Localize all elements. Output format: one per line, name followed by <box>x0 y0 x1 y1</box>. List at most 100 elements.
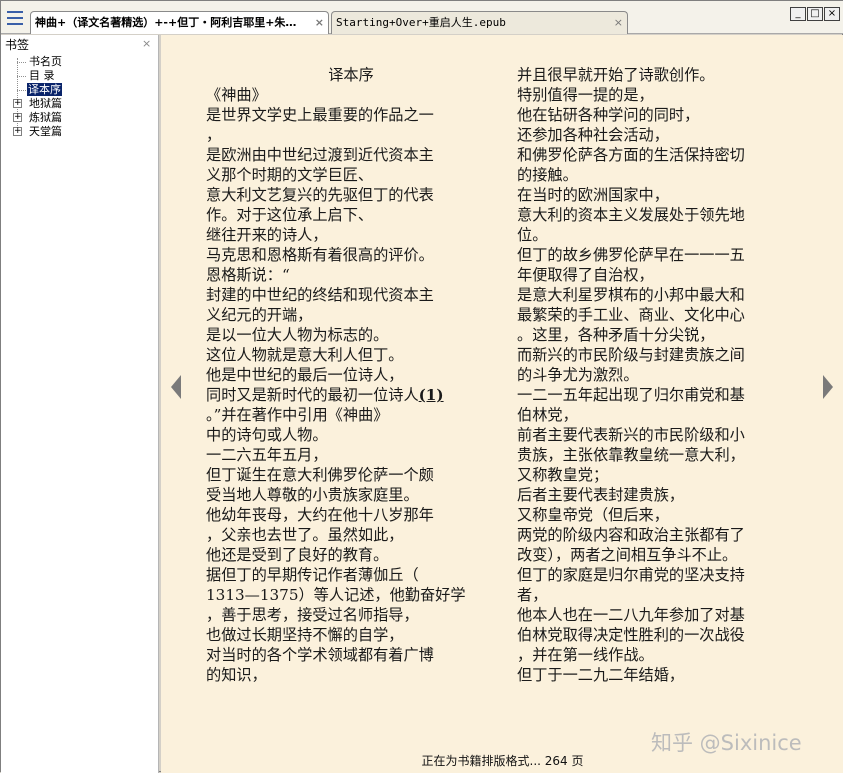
text-line: 贵族，主张依靠教皇统一意大利， <box>517 446 745 464</box>
text-line: 者， <box>517 586 548 604</box>
sidebar-item-title-page[interactable]: 书名页 <box>28 55 63 69</box>
sidebar-item-label: 天堂篇 <box>29 125 62 138</box>
sidebar-item-label: 炼狱篇 <box>29 111 62 124</box>
text-line: 中的诗句或人物。 <box>206 426 328 444</box>
sidebar-item-preface[interactable]: 译本序 <box>27 83 62 97</box>
text-line: 是以一位大人物为标志的。 <box>206 326 389 344</box>
sidebar-close-icon[interactable]: × <box>142 37 151 50</box>
text-line: 是欧洲由中世纪过渡到近代资本主 <box>206 146 434 164</box>
text-line: 年便取得了自治权， <box>517 266 654 284</box>
text-line: 也做过长期坚持不懈的自学， <box>206 626 404 644</box>
status-text: 正在为书籍排版格式... 264 页 <box>421 754 584 768</box>
text-line: 但丁的家庭是归尔甫党的坚决支持 <box>517 566 745 584</box>
text-line: 一二六五年五月， <box>206 446 328 464</box>
text-line: 恩格斯说：“ <box>206 266 290 284</box>
text-line: 一二一五年起出现了归尔甫党和基 <box>517 386 745 404</box>
text-line: 译本序 <box>328 66 374 84</box>
tab-close-icon[interactable]: × <box>315 12 324 33</box>
text-line: 又称教皇党； <box>517 466 609 484</box>
tab-bar: 神曲+（译文名著精选）+-+但丁・阿利吉耶里+朱… × Starting+Ove… <box>1 1 843 34</box>
expand-icon[interactable]: + <box>13 127 22 136</box>
tab-label: Starting+Over+重启人生.epub <box>336 16 506 29</box>
minimize-button[interactable]: _ <box>790 7 806 21</box>
text-line: ，并在第一线作战。 <box>517 646 654 664</box>
expand-icon[interactable]: + <box>13 99 22 108</box>
text-line: 的斗争尤为激烈。 <box>517 366 639 384</box>
text-line: 的知识， <box>206 666 267 684</box>
text-line: 特别值得一提的是， <box>517 86 654 104</box>
text-line: 的接触。 <box>517 166 578 184</box>
text-line: 但丁诞生在意大利佛罗伦萨一个颇 <box>206 466 434 484</box>
tree-connector <box>17 90 26 91</box>
sidebar-item-inferno[interactable]: 地狱篇 <box>28 97 63 111</box>
expand-icon[interactable]: + <box>13 113 22 122</box>
text-line: 他还是受到了良好的教育。 <box>206 546 389 564</box>
text-line: 是世界文学史上最重要的作品之一 <box>206 106 434 124</box>
sidebar-item-label: 书名页 <box>29 55 62 68</box>
previous-page-arrow-icon[interactable] <box>171 375 181 399</box>
tree-connector <box>17 76 26 77</box>
sidebar-item-label: 译本序 <box>27 83 62 96</box>
text-line: 位。 <box>517 226 548 244</box>
text-line: 他在钻研各种学问的同时， <box>517 106 700 124</box>
close-window-button[interactable]: × <box>824 7 840 21</box>
left-page-column: 译本序《神曲》是世界文学史上最重要的作品之一 ， 是欧洲由中世纪过渡到近代资本主 义那… <box>206 65 496 685</box>
text-line: 两党的阶级内容和政治主张都有了 <box>517 526 745 544</box>
sidebar-item-label: 目 录 <box>29 69 55 82</box>
text-line: 前者主要代表新兴的市民阶级和小 <box>517 426 745 444</box>
sidebar-title: 书签 <box>5 38 30 52</box>
text-line: 义纪元的开端， <box>206 306 313 324</box>
text-line: 受当地人尊敬的小贵族家庭里。 <box>206 486 419 504</box>
text-line: 《神曲》 <box>206 86 267 104</box>
text-line: 并且很早就开始了诗歌创作。 <box>517 66 715 84</box>
text-line: 但丁于一二九二年结婚， <box>517 666 685 684</box>
text-line: 是意大利星罗棋布的小邦中最大和 <box>517 286 745 304</box>
text-line: 据但丁的早期传记作者薄伽丘（ <box>206 566 419 584</box>
next-page-arrow-icon[interactable] <box>823 375 833 399</box>
sidebar-item-label: 地狱篇 <box>29 97 62 110</box>
text-line: 马克思和恩格斯有着很高的评价。 <box>206 246 434 264</box>
bookmark-sidebar: 书签 × 书名页 目 录 译本序 + 地狱篇 + 炼狱篇 + 天堂篇 <box>1 35 159 773</box>
sidebar-item-contents[interactable]: 目 录 <box>28 69 56 83</box>
right-page-column: 并且很早就开始了诗歌创作。 特别值得一提的是， 他在钻研各种学问的同时， 还参加各种社… <box>517 65 807 685</box>
text-line: 但丁的故乡佛罗伦萨早在一一一五 <box>517 246 745 264</box>
text-line: 对当时的各个学术领域都有着广博 <box>206 646 434 664</box>
text-line: ，善于思考，接受过名师指导， <box>206 606 419 624</box>
menu-icon[interactable] <box>5 9 25 27</box>
text-line: 。这里，各种矛盾十分尖锐， <box>517 326 715 344</box>
reading-pane[interactable]: 译本序《神曲》是世界文学史上最重要的作品之一 ， 是欧洲由中世纪过渡到近代资本主 义那… <box>161 35 843 773</box>
text-line: 封建的中世纪的终结和现代资本主 <box>206 286 434 304</box>
tree-connector <box>17 62 26 63</box>
text-line: 后者主要代表封建贵族， <box>517 486 685 504</box>
tab-starting-over[interactable]: Starting+Over+重启人生.epub × <box>331 11 628 34</box>
text-line: 作。对于这位承上启下、 <box>206 206 374 224</box>
sidebar-item-purgatorio[interactable]: 炼狱篇 <box>28 111 63 125</box>
text-line: 他幼年丧母，大约在他十八岁那年 <box>206 506 434 524</box>
tab-close-icon[interactable]: × <box>614 12 623 33</box>
reader-window: 神曲+（译文名著精选）+-+但丁・阿利吉耶里+朱… × Starting+Ove… <box>0 0 843 773</box>
text-line: 意大利的资本主义发展处于领先地 <box>517 206 745 224</box>
text-line: 同时又是新时代的最初一位诗人(1) <box>206 386 444 404</box>
text-line: 他本人也在一二八九年参加了对基 <box>517 606 745 624</box>
text-line: 在当时的欧洲国家中， <box>517 186 669 204</box>
text-line: 改变），两者之间相互争斗不止。 <box>517 546 738 564</box>
text-line: 这位人物就是意大利人但丁。 <box>206 346 404 364</box>
text-line: 义那个时期的文学巨匠、 <box>206 166 374 184</box>
sidebar-item-paradiso[interactable]: 天堂篇 <box>28 125 63 139</box>
text-line: 。”并在著作中引用《神曲》 <box>206 406 389 424</box>
text-line: 而新兴的市民阶级与封建贵族之间 <box>517 346 745 364</box>
text-line: 最繁荣的手工业、商业、文化中心 <box>517 306 745 324</box>
maximize-button[interactable]: □ <box>807 7 823 21</box>
tab-divine-comedy[interactable]: 神曲+（译文名著精选）+-+但丁・阿利吉耶里+朱… × <box>30 11 329 34</box>
text-line: 伯林党取得决定性胜利的一次战役 <box>517 626 745 644</box>
footnote-link[interactable]: (1) <box>419 386 444 404</box>
text-line: 继往开来的诗人， <box>206 226 328 244</box>
text-line: 还参加各种社会活动， <box>517 126 669 144</box>
text-line: 和佛罗伦萨各方面的生活保持密切 <box>517 146 745 164</box>
text-line: ， <box>206 126 222 144</box>
text-line: 伯林党， <box>517 406 578 424</box>
text-line: 他是中世纪的最后一位诗人， <box>206 366 404 384</box>
text-line: 又称皇帝党（但后来， <box>517 506 669 524</box>
tab-label: 神曲+（译文名著精选）+-+但丁・阿利吉耶里+朱… <box>35 16 297 29</box>
text-line: 1313—1375）等人记述，他勤奋好学 <box>206 586 466 604</box>
